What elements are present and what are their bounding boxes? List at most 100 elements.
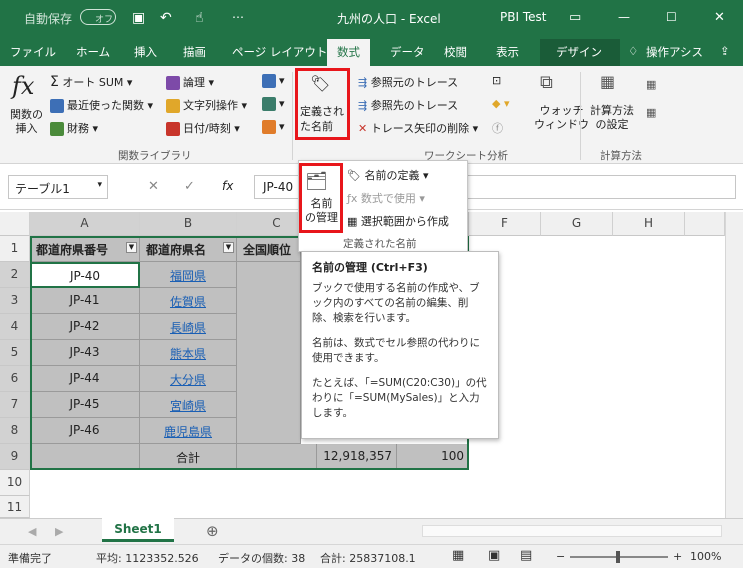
page-layout-view-icon[interactable]: ▣ xyxy=(488,548,500,563)
logical-button[interactable]: 論理 ▾ xyxy=(166,74,214,90)
total-pct[interactable]: 100 xyxy=(397,444,469,470)
row-header[interactable]: 6 xyxy=(0,366,30,392)
table-cell[interactable]: JP-45 xyxy=(30,392,140,418)
tab-insert[interactable]: 挿入 xyxy=(134,44,157,60)
tell-me[interactable]: 操作アシス xyxy=(646,44,703,60)
more-functions-button[interactable]: ▾ xyxy=(262,120,285,134)
autosum-button[interactable]: Σ オート SUM ▾ xyxy=(50,74,132,90)
table-cell-link[interactable]: 福岡県 xyxy=(140,262,237,288)
touch-mode-icon[interactable]: ☝ xyxy=(195,10,204,26)
table-cell-link[interactable]: 佐賀県 xyxy=(140,288,237,314)
insert-function-icon[interactable]: fx xyxy=(12,72,34,100)
define-name-button[interactable]: 🏷 名前の定義 ▾ xyxy=(347,167,429,183)
row-header[interactable]: 8 xyxy=(0,418,30,444)
zoom-out-icon[interactable]: − xyxy=(556,550,565,563)
financial-button[interactable]: 財務 ▾ xyxy=(50,120,98,136)
calc-sheet-icon[interactable]: ▦ xyxy=(646,106,656,119)
tab-file[interactable]: ファイル xyxy=(10,44,56,60)
lookup-button[interactable]: ▾ xyxy=(262,74,285,88)
next-sheet-icon[interactable]: ▶ xyxy=(55,525,63,538)
show-formulas-icon[interactable]: ⊡ xyxy=(492,74,501,87)
filter-dropdown-icon[interactable]: ▼ xyxy=(223,242,234,253)
table-cell[interactable] xyxy=(237,444,317,470)
math-button[interactable]: ▾ xyxy=(262,97,285,111)
text-button[interactable]: 文字列操作 ▾ xyxy=(166,97,247,113)
table-cell-link[interactable]: 大分県 xyxy=(140,366,237,392)
remove-arrows-button[interactable]: ✕ トレース矢印の削除 ▾ xyxy=(358,120,478,136)
tab-page-layout[interactable]: ページ レイアウト xyxy=(232,44,327,60)
recent-functions-button[interactable]: 最近使った関数 ▾ xyxy=(50,97,153,113)
create-from-selection-button[interactable]: ▦ 選択範囲から作成 xyxy=(347,213,449,229)
row-header[interactable]: 5 xyxy=(0,340,30,366)
row-header[interactable]: 4 xyxy=(0,314,30,340)
ribbon-display-icon[interactable]: ▭ xyxy=(569,10,581,25)
zoom-slider-thumb[interactable] xyxy=(616,551,620,563)
insert-function-button[interactable]: 関数の 挿入 xyxy=(10,108,43,136)
trace-precedents-button[interactable]: ⇶ 参照元のトレース xyxy=(358,74,458,90)
table-cell-link[interactable]: 長崎県 xyxy=(140,314,237,340)
autosave-toggle[interactable]: オフ xyxy=(80,9,116,25)
tab-draw[interactable]: 描画 xyxy=(183,44,206,60)
row-header[interactable]: 10 xyxy=(0,470,30,496)
table-cell-link[interactable]: 熊本県 xyxy=(140,340,237,366)
undo-icon[interactable]: ↶ xyxy=(160,10,172,26)
row-header[interactable]: 9 xyxy=(0,444,30,470)
minimize-icon[interactable]: — xyxy=(618,10,630,24)
filter-dropdown-icon[interactable]: ▼ xyxy=(126,242,137,253)
normal-view-icon[interactable]: ▦ xyxy=(452,548,464,563)
tab-review[interactable]: 校閲 xyxy=(444,44,467,60)
table-cell[interactable]: JP-42 xyxy=(30,314,140,340)
column-header-g[interactable]: G xyxy=(541,212,613,236)
share-icon[interactable]: ⇪ xyxy=(720,44,730,58)
row-header[interactable]: 7 xyxy=(0,392,30,418)
total-label[interactable]: 合計 xyxy=(140,444,237,470)
table-cell[interactable]: JP-44 xyxy=(30,366,140,392)
error-check-icon[interactable]: ◆ ▾ xyxy=(492,97,509,110)
chevron-down-icon[interactable]: ▾ xyxy=(97,180,102,190)
table-header-cell[interactable]: 全国順位 xyxy=(237,236,301,262)
save-icon[interactable]: ▣ xyxy=(132,10,145,26)
cancel-icon[interactable]: ✕ xyxy=(148,179,159,194)
sheet-tab-sheet1[interactable]: Sheet1 xyxy=(102,518,174,542)
column-header-b[interactable]: B xyxy=(140,212,237,236)
vertical-scrollbar[interactable] xyxy=(725,212,743,518)
calc-now-icon[interactable]: ▦ xyxy=(646,78,656,91)
enter-icon[interactable]: ✓ xyxy=(184,179,195,194)
table-cell[interactable] xyxy=(30,444,140,470)
calc-options-button[interactable]: 計算方法 の設定 xyxy=(590,104,634,132)
column-header-a[interactable]: A xyxy=(30,212,140,236)
table-header-cell[interactable]: 都道府県番号 ▼ xyxy=(30,236,140,262)
tab-design[interactable]: デザイン xyxy=(556,44,602,60)
tab-home[interactable]: ホーム xyxy=(76,44,110,60)
row-header[interactable]: 11 xyxy=(0,496,30,518)
column-header-h[interactable]: H xyxy=(613,212,685,236)
column-header-f[interactable]: F xyxy=(469,212,541,236)
tab-formulas[interactable]: 数式 xyxy=(327,39,370,66)
zoom-level[interactable]: 100% xyxy=(690,550,721,563)
horizontal-scrollbar[interactable] xyxy=(422,525,722,537)
evaluate-formula-icon[interactable]: ⓕ xyxy=(492,120,503,136)
row-header[interactable]: 2 xyxy=(0,262,30,288)
zoom-in-icon[interactable]: + xyxy=(673,550,682,563)
page-break-view-icon[interactable]: ▤ xyxy=(520,548,532,563)
prev-sheet-icon[interactable]: ◀ xyxy=(28,525,36,538)
column-header-i[interactable] xyxy=(685,212,725,236)
table-cell[interactable]: JP-43 xyxy=(30,340,140,366)
close-icon[interactable]: ✕ xyxy=(714,10,725,25)
table-cell[interactable]: JP-40 xyxy=(30,262,140,288)
table-cell[interactable]: JP-41 xyxy=(30,288,140,314)
table-cell-link[interactable]: 鹿児島県 xyxy=(140,418,237,444)
add-sheet-icon[interactable]: ⊕ xyxy=(206,522,219,540)
table-header-cell[interactable]: 都道府県名 ▼ xyxy=(140,236,237,262)
insert-function-fx-icon[interactable]: fx xyxy=(222,179,233,193)
user-name[interactable]: PBI Test xyxy=(500,10,546,24)
trace-dependents-button[interactable]: ⇶ 参照先のトレース xyxy=(358,97,458,113)
total-population[interactable]: 12,918,357 xyxy=(317,444,397,470)
tab-view[interactable]: 表示 xyxy=(496,44,519,60)
table-cell[interactable]: JP-46 xyxy=(30,418,140,444)
row-header[interactable]: 3 xyxy=(0,288,30,314)
datetime-button[interactable]: 日付/時刻 ▾ xyxy=(166,120,240,136)
use-in-formula-button[interactable]: ƒx 数式で使用 ▾ xyxy=(347,190,425,206)
tab-data[interactable]: データ xyxy=(390,44,425,60)
customize-qat-icon[interactable]: ⋯ xyxy=(232,10,244,24)
